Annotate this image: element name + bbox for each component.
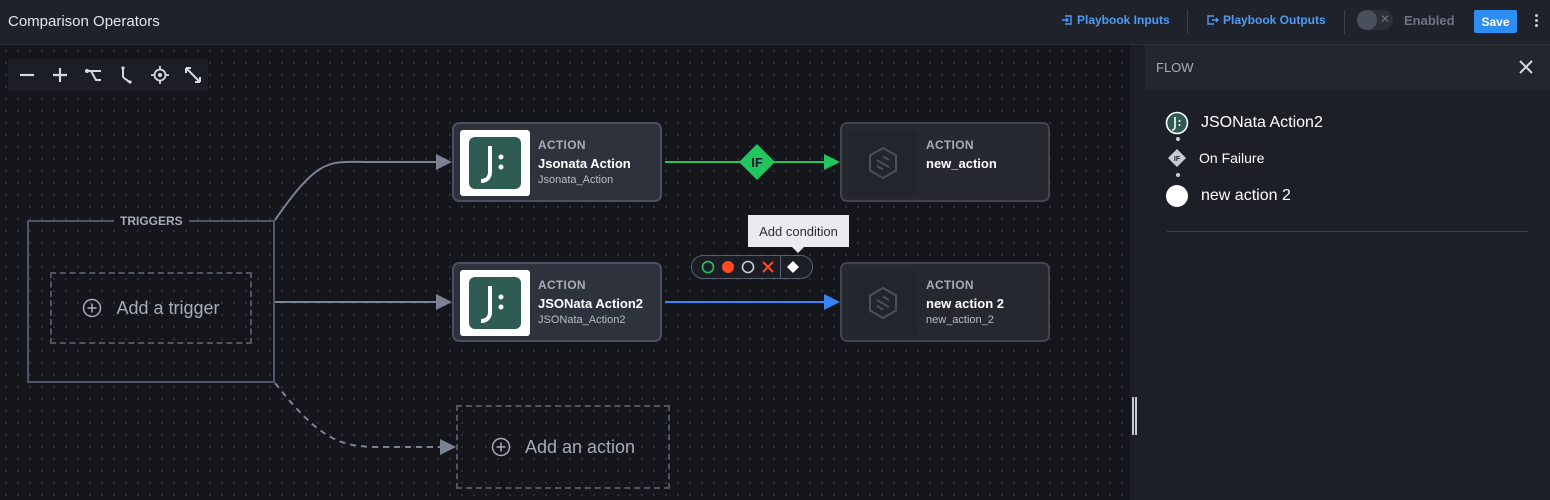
jsonata-logo-icon xyxy=(460,130,530,196)
edge-trigger-to-add-action xyxy=(274,382,456,455)
playbook-inputs-label: Playbook Inputs xyxy=(1077,13,1170,27)
input-icon xyxy=(1062,15,1072,25)
triggers-label: TRIGGERS xyxy=(114,214,189,228)
add-action-label: Add an action xyxy=(524,436,636,457)
toggle-knob xyxy=(1357,10,1377,30)
node-identifier: new_action_2 xyxy=(926,314,994,326)
canvas-toolbar xyxy=(8,59,208,91)
header-divider xyxy=(1187,10,1188,34)
flow-connector-dot xyxy=(1176,137,1180,141)
pill-divider xyxy=(780,256,781,278)
if-condition-badge: IF xyxy=(739,144,775,180)
plus-circle-icon xyxy=(491,437,511,457)
playbook-canvas[interactable]: IF TRIGGERS Add a trigger Add an action xyxy=(0,45,1130,500)
success-circle-icon[interactable] xyxy=(698,257,718,277)
add-condition-tooltip: Add condition xyxy=(748,215,849,253)
add-action-button[interactable]: Add an action xyxy=(456,405,670,489)
output-icon xyxy=(1207,15,1219,25)
node-name: new action 2 xyxy=(926,296,1005,311)
flow-item-label: On Failure xyxy=(1199,150,1265,166)
node-new-action[interactable]: ACTION new_action xyxy=(840,122,1050,202)
zoom-out-icon[interactable] xyxy=(12,61,41,89)
failure-dot-icon[interactable] xyxy=(718,257,738,277)
node-type-label: ACTION xyxy=(926,138,974,152)
flow-item-on-failure[interactable]: IF On Failure xyxy=(1167,148,1264,168)
node-jsonata-action[interactable]: ACTION Jsonata Action Jsonata_Action xyxy=(452,122,662,202)
enabled-toggle[interactable]: ✕ xyxy=(1357,10,1393,30)
node-identifier: JSONata_Action2 xyxy=(538,314,626,326)
node-name: JSONata Action2 xyxy=(538,296,643,311)
playbook-inputs-link[interactable]: Playbook Inputs xyxy=(1061,13,1170,27)
playbook-title: Comparison Operators xyxy=(8,13,160,30)
fit-view-icon[interactable] xyxy=(179,61,208,89)
flow-item-label: JSONata Action2 xyxy=(1201,114,1323,131)
zoom-in-icon[interactable] xyxy=(45,61,74,89)
edge-trigger-to-jsonata xyxy=(274,154,452,221)
if-badge-label: IF xyxy=(751,155,763,170)
node-type-label: ACTION xyxy=(538,138,586,152)
auto-layout-icon[interactable] xyxy=(79,61,108,89)
app-header: Comparison Operators Playbook Inputs Pla… xyxy=(0,0,1550,45)
node-new-action-2[interactable]: ACTION new action 2 new_action_2 xyxy=(840,262,1050,342)
center-icon[interactable] xyxy=(145,61,174,89)
flow-item-new-action-2[interactable]: new action 2 xyxy=(1165,184,1291,208)
action-placeholder-icon xyxy=(848,270,918,336)
playbook-outputs-label: Playbook Outputs xyxy=(1223,13,1326,27)
add-trigger-label: Add a trigger xyxy=(116,297,220,318)
skip-x-icon[interactable] xyxy=(758,257,778,277)
x-icon: ✕ xyxy=(1380,12,1391,26)
add-trigger-button[interactable]: Add a trigger xyxy=(50,272,252,344)
save-button[interactable]: Save xyxy=(1474,10,1517,33)
connector-icon[interactable] xyxy=(112,61,141,89)
jsonata-icon xyxy=(1165,111,1189,135)
flow-panel-title: FLOW xyxy=(1156,60,1194,75)
close-icon[interactable] xyxy=(1517,58,1535,76)
jsonata-logo-icon xyxy=(460,270,530,336)
node-jsonata-action2[interactable]: ACTION JSONata Action2 JSONata_Action2 xyxy=(452,262,662,342)
node-type-label: ACTION xyxy=(538,278,586,292)
action-placeholder-icon xyxy=(848,130,918,196)
more-options-icon[interactable] xyxy=(1532,12,1540,32)
panel-resize-handle[interactable] xyxy=(1132,397,1137,435)
if-diamond-icon: IF xyxy=(1168,149,1186,167)
plus-circle-icon xyxy=(83,298,102,318)
flow-item-label: new action 2 xyxy=(1201,187,1291,204)
flow-item-jsonata-action2[interactable]: JSONata Action2 xyxy=(1165,111,1323,135)
flow-connector-dot xyxy=(1176,173,1180,177)
always-circle-icon[interactable] xyxy=(738,257,758,277)
node-name: Jsonata Action xyxy=(538,156,631,171)
flow-panel: FLOW JSONata Action2 IF On Failure new a… xyxy=(1145,45,1550,500)
condition-diamond-icon[interactable] xyxy=(783,257,803,277)
playbook-outputs-link[interactable]: Playbook Outputs xyxy=(1207,13,1326,27)
white-circle-icon xyxy=(1166,185,1188,207)
node-name: new_action xyxy=(926,156,997,171)
condition-picker xyxy=(691,255,813,279)
header-divider xyxy=(1344,10,1345,34)
enabled-label: Enabled xyxy=(1404,13,1455,28)
node-type-label: ACTION xyxy=(926,278,974,292)
flow-panel-header: FLOW xyxy=(1145,45,1550,90)
flow-panel-divider xyxy=(1167,231,1528,232)
svg-text:IF: IF xyxy=(1174,156,1181,163)
node-identifier: Jsonata_Action xyxy=(538,174,614,186)
